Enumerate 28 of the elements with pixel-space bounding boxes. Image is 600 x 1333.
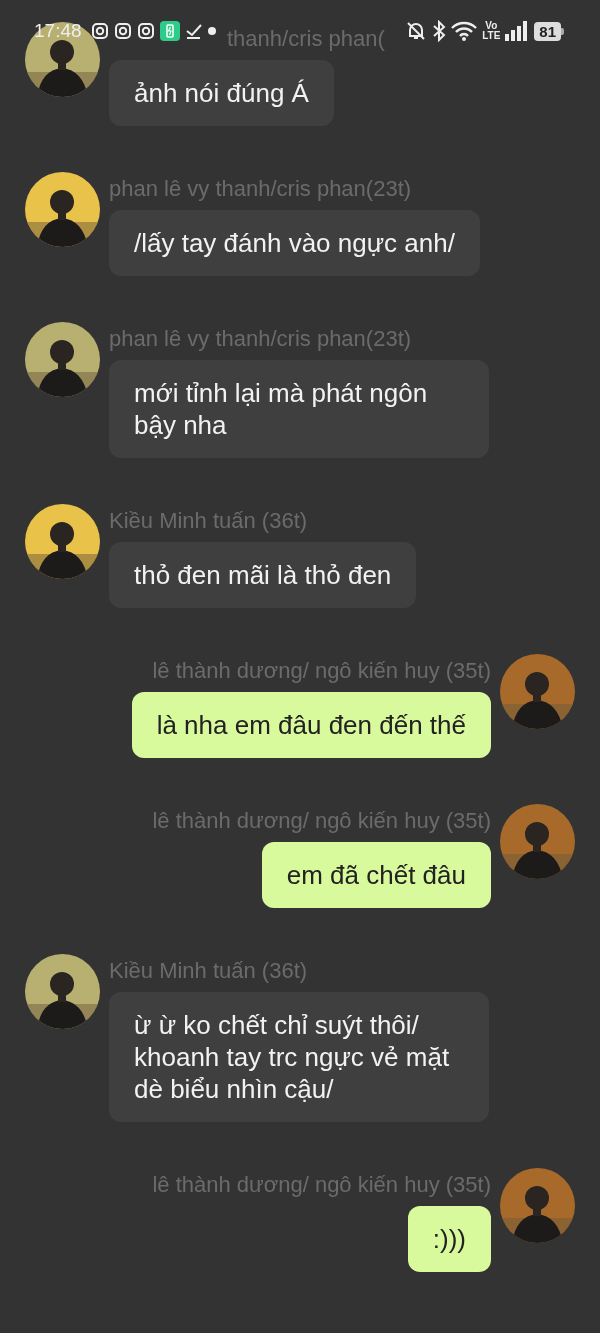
volte-label: Vo LTE bbox=[482, 21, 501, 41]
message-bubble: em đã chết đâu bbox=[261, 842, 491, 908]
message-bubble: ảnh nói đúng Á bbox=[109, 60, 334, 126]
camera-app-icon bbox=[113, 22, 132, 40]
message-bubble: :))) bbox=[407, 1206, 491, 1272]
bluetooth-icon bbox=[432, 20, 447, 42]
checkmark-icon bbox=[184, 22, 203, 40]
sender-name: lê thành dương/ ngô kiến huy (35t) bbox=[152, 1172, 491, 1198]
sender-name: phan lê vy thanh/cris phan(23t) bbox=[109, 326, 412, 352]
message-bubble: ừ ừ ko chết chỉ suýt thôi/ khoanh tay trc ngực vẻ mặt dè biểu nhìn cậu/ bbox=[109, 992, 489, 1122]
sender-name: thanh/cris phan( bbox=[227, 26, 385, 52]
message-bubble: thỏ đen mãi là thỏ đen bbox=[109, 542, 417, 608]
battery-level: 81 bbox=[534, 21, 561, 41]
wifi-icon bbox=[451, 21, 478, 41]
camera-app-icon bbox=[136, 22, 155, 40]
sender-name: phan lê vy thanh/cris phan(23t) bbox=[109, 176, 412, 202]
message-bubble: /lấy tay đánh vào ngực anh/ bbox=[109, 210, 480, 276]
sender-name: lê thành dương/ ngô kiến huy (35t) bbox=[152, 658, 491, 684]
camera-app-icon bbox=[90, 22, 109, 40]
dot-icon bbox=[207, 27, 216, 35]
signal-icon bbox=[505, 21, 530, 41]
sender-name: Kiều Minh tuấn (36t) bbox=[109, 958, 308, 984]
sender-name: lê thành dương/ ngô kiến huy (35t) bbox=[152, 808, 491, 834]
sender-name: Kiều Minh tuấn (36t) bbox=[109, 508, 308, 534]
message-bubble: mới tỉnh lại mà phát ngôn bậy nha bbox=[109, 360, 489, 458]
battery-saver-icon bbox=[159, 21, 180, 41]
clock-time: 17:48 bbox=[34, 20, 82, 42]
message-bubble: là nha em đâu đen đến thế bbox=[131, 692, 491, 758]
